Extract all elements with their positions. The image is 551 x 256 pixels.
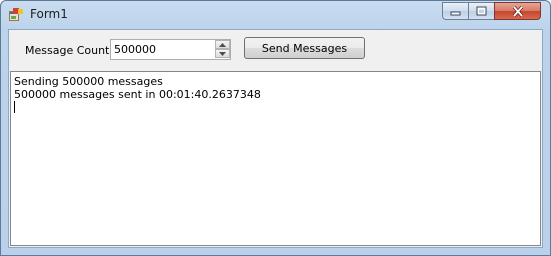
log-line: Sending 500000 messages: [14, 75, 163, 88]
form1-window: Form1 Message Count 500000 Send Messages…: [0, 0, 551, 256]
close-button[interactable]: [494, 2, 541, 20]
text-caret: [14, 101, 538, 114]
log-line: 500000 messages sent in 00:01:40.2637348: [14, 88, 261, 101]
message-count-spinner[interactable]: [110, 39, 231, 60]
send-messages-button[interactable]: Send Messages: [244, 37, 365, 59]
minimize-button[interactable]: [442, 2, 469, 20]
arrow-down-icon: [219, 51, 226, 56]
form-icon: [9, 8, 23, 21]
caption-buttons: [442, 2, 546, 21]
spin-up-button[interactable]: [215, 40, 230, 49]
minimize-icon: [450, 11, 461, 15]
close-icon: [512, 5, 523, 17]
form-client-area: Message Count Send Messages Sending 5000…: [8, 29, 543, 248]
message-count-label: Message Count: [25, 44, 110, 57]
log-textarea[interactable]: Sending 500000 messages 500000 messages …: [10, 71, 541, 246]
maximize-button[interactable]: [468, 2, 495, 20]
maximize-icon: [476, 6, 487, 16]
spin-down-button[interactable]: [215, 49, 230, 58]
message-count-input[interactable]: [112, 41, 214, 58]
title-bar[interactable]: Form1: [1, 1, 550, 29]
arrow-up-icon: [219, 42, 226, 47]
window-title: Form1: [30, 7, 68, 21]
